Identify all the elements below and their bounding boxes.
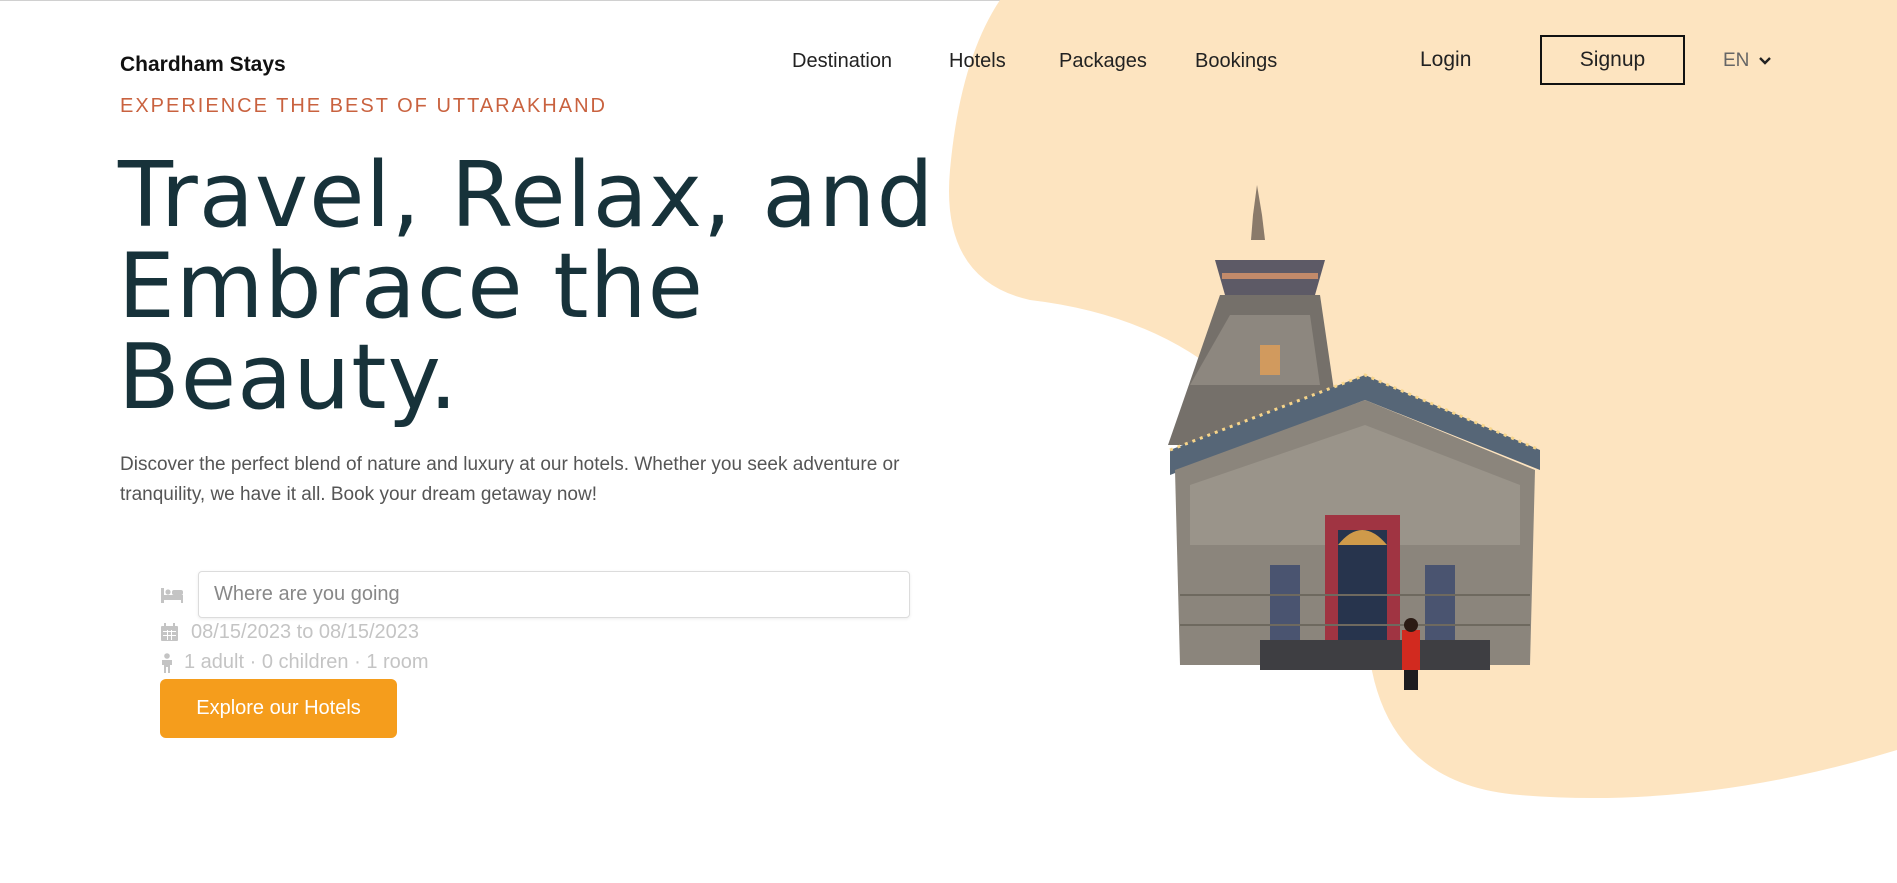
language-selector[interactable]: EN xyxy=(1723,50,1772,72)
date-range-text: 08/15/2023 to 08/15/2023 xyxy=(191,621,419,643)
bed-icon xyxy=(161,588,183,603)
language-code: EN xyxy=(1723,50,1750,71)
signup-button[interactable]: Signup xyxy=(1540,35,1685,85)
nav-packages[interactable]: Packages xyxy=(1059,50,1147,73)
explore-hotels-button[interactable]: Explore our Hotels xyxy=(160,679,397,738)
date-range-field[interactable]: 08/15/2023 to 08/15/2023 xyxy=(160,621,419,644)
destination-input[interactable] xyxy=(198,571,910,618)
chevron-down-icon xyxy=(1759,57,1772,65)
headline-line: Embrace the xyxy=(118,234,704,339)
nav-destination[interactable]: Destination xyxy=(792,50,892,73)
brand-logo[interactable]: Chardham Stays xyxy=(120,53,286,77)
hero-description: Discover the perfect blend of nature and… xyxy=(120,454,900,505)
headline-line: Beauty. xyxy=(118,325,459,430)
headline-line: Travel, Relax, and xyxy=(118,143,935,248)
login-link[interactable]: Login xyxy=(1420,48,1471,72)
hero-tagline: EXPERIENCE THE BEST OF UTTARAKHAND xyxy=(120,95,607,117)
temple-image xyxy=(1168,185,1541,690)
nav-bookings[interactable]: Bookings xyxy=(1195,50,1277,73)
calendar-icon xyxy=(161,623,178,641)
person-icon xyxy=(162,652,172,673)
guests-text: 1 adult · 0 children · 1 room xyxy=(184,651,429,673)
guests-field[interactable]: 1 adult · 0 children · 1 room xyxy=(160,651,429,674)
background-blob xyxy=(949,0,1897,798)
hero-headline: Travel, Relax, and Embrace the Beauty. xyxy=(118,150,938,423)
nav-hotels[interactable]: Hotels xyxy=(949,50,1006,73)
